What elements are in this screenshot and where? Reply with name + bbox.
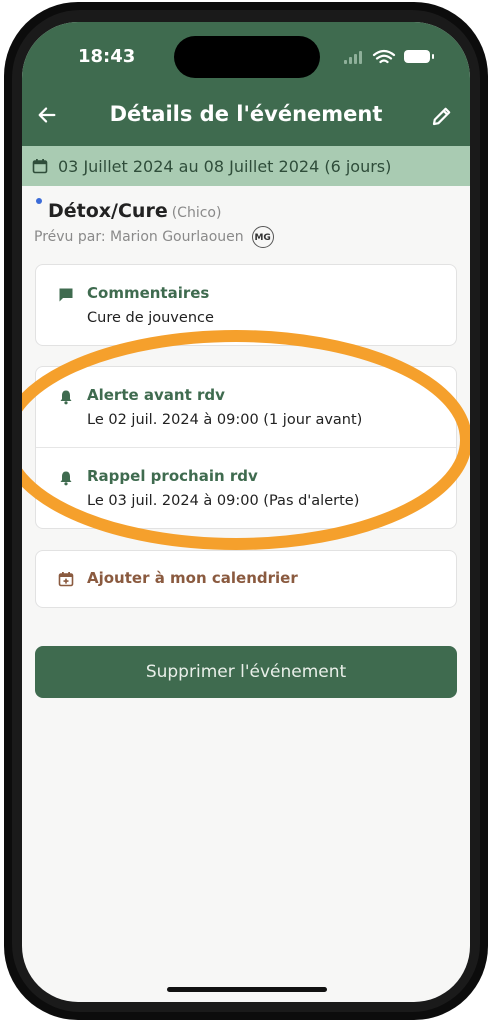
reminder-row[interactable]: Rappel prochain rdv Le 03 juil. 2024 à 0… [36, 447, 456, 528]
reminder-row[interactable]: Alerte avant rdv Le 02 juil. 2024 à 09:0… [36, 367, 456, 447]
reminder-label: Alerte avant rdv [87, 386, 225, 404]
battery-icon [404, 50, 434, 63]
avatar: MG [251, 226, 274, 248]
reminder-value: Le 03 juil. 2024 à 09:00 (Pas d'alerte) [87, 493, 360, 509]
comments-label: Commentaires [87, 284, 210, 302]
reminders-card: Alerte avant rdv Le 02 juil. 2024 à 09:0… [35, 366, 457, 529]
dynamic-island [174, 36, 320, 78]
delete-event-button[interactable]: Supprimer l'événement [35, 646, 457, 698]
signal-icon [344, 51, 362, 64]
comments-card: Commentaires Cure de jouvence [35, 264, 457, 346]
app-screen: 18:43 Détails de l'événement 03 Juillet … [22, 22, 470, 1002]
status-time: 18:43 [78, 46, 136, 67]
event-title: Détox/Cure (Chico) [48, 200, 221, 222]
page-title: Détails de l'événement [109, 102, 383, 126]
status-icons [344, 49, 434, 64]
wifi-icon [372, 49, 396, 64]
date-range-text: 03 Juillet 2024 au 08 Juillet 2024 (6 jo… [58, 156, 392, 176]
header: 18:43 Détails de l'événement [22, 22, 470, 146]
pencil-icon[interactable] [430, 104, 454, 128]
comment-icon [59, 288, 73, 302]
bell-icon [60, 471, 72, 486]
arrow-left-icon[interactable] [36, 104, 58, 126]
comments-row: Commentaires Cure de jouvence [36, 265, 456, 345]
calendar-plus-icon [58, 572, 74, 587]
calendar-icon [32, 159, 48, 174]
event-pet: (Chico) [171, 205, 222, 221]
planned-by: Prévu par: Marion Gourlaouen MG [34, 226, 274, 248]
bell-icon [60, 390, 72, 405]
planned-by-text: Prévu par: Marion Gourlaouen [34, 229, 244, 245]
reminder-value: Le 02 juil. 2024 à 09:00 (1 jour avant) [87, 412, 363, 428]
event-color-dot [36, 198, 42, 204]
comments-value: Cure de jouvence [87, 310, 214, 326]
event-name: Détox/Cure [48, 200, 168, 222]
home-indicator [167, 987, 327, 992]
add-to-calendar-button[interactable]: Ajouter à mon calendrier [35, 550, 457, 608]
reminder-label: Rappel prochain rdv [87, 467, 258, 485]
date-range-bar: 03 Juillet 2024 au 08 Juillet 2024 (6 jo… [22, 146, 470, 186]
add-to-calendar-label: Ajouter à mon calendrier [87, 569, 298, 587]
